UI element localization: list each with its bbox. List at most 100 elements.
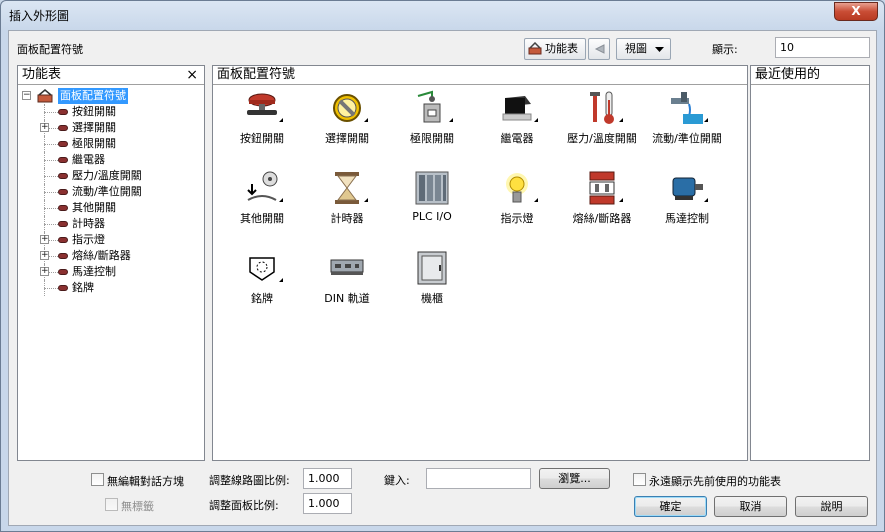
tree-item[interactable]: 其他開關 bbox=[20, 200, 200, 216]
symbol-item[interactable]: 繼電器 bbox=[472, 90, 562, 160]
symbol-item-label: DIN 軌道 bbox=[324, 292, 370, 305]
menu-panel-title: 功能表 bbox=[22, 67, 62, 82]
tree-item[interactable]: 銘牌 bbox=[20, 280, 200, 296]
symbol-item[interactable]: 熔絲/斷路器 bbox=[557, 170, 647, 240]
symbol-item[interactable]: 指示燈 bbox=[472, 170, 562, 240]
tree-root[interactable]: − 面板配置符號 bbox=[20, 88, 200, 104]
tree-item[interactable]: + 指示燈 bbox=[20, 232, 200, 248]
submenu-indicator-icon bbox=[364, 198, 368, 202]
tree-item[interactable]: + 馬達控制 bbox=[20, 264, 200, 280]
recent-panel-header: 最近使用的 bbox=[751, 66, 869, 85]
expand-toggle-icon[interactable]: + bbox=[40, 123, 49, 132]
symbol-item[interactable]: 銘牌 bbox=[217, 250, 307, 320]
symbols-panel-header: 面板配置符號 bbox=[213, 66, 747, 85]
tree-item[interactable]: 流動/準位開關 bbox=[20, 184, 200, 200]
tree-item-label: 馬達控制 bbox=[72, 265, 116, 278]
tree-item[interactable]: + 選擇開關 bbox=[20, 120, 200, 136]
submenu-indicator-icon bbox=[534, 118, 538, 122]
symbol-item[interactable]: 機櫃 bbox=[387, 250, 477, 320]
dialog-client-area: 面板配置符號 功能表 視圖 顯示: 10 功能表 × − 面板配置符號 按鈕開關… bbox=[8, 30, 877, 526]
type-input[interactable] bbox=[426, 468, 531, 489]
recent-panel-title: 最近使用的 bbox=[755, 67, 821, 82]
pressure-temperature-icon bbox=[584, 90, 620, 126]
no-edit-dialog-checkbox[interactable] bbox=[91, 473, 104, 486]
panel-scale-input[interactable]: 1.000 bbox=[303, 493, 352, 514]
view-dropdown[interactable]: 視圖 bbox=[616, 38, 671, 60]
insert-footprint-dialog: 插入外形圖 X 面板配置符號 功能表 視圖 顯示: 10 功能表 × − 面板配… bbox=[0, 0, 885, 532]
always-show-recent-checkbox[interactable] bbox=[633, 473, 646, 486]
back-button[interactable] bbox=[588, 38, 610, 60]
tree-root-label: 面板配置符號 bbox=[58, 88, 128, 104]
no-tag-checkbox[interactable] bbox=[105, 498, 118, 511]
symbol-item-label: 極限開關 bbox=[410, 132, 454, 145]
always-show-recent-label: 永遠顯示先前使用的功能表 bbox=[649, 475, 781, 488]
tree-item[interactable]: 極限開關 bbox=[20, 136, 200, 152]
cancel-button[interactable]: 取消 bbox=[714, 496, 787, 517]
expand-toggle-icon[interactable]: + bbox=[40, 251, 49, 260]
symbol-item-label: PLC I/O bbox=[412, 210, 452, 223]
symbol-item-label: 熔絲/斷路器 bbox=[572, 212, 632, 225]
window-close-button[interactable]: X bbox=[834, 2, 878, 21]
node-icon bbox=[58, 237, 68, 243]
pushbutton-icon bbox=[244, 90, 280, 126]
submenu-indicator-icon bbox=[279, 118, 283, 122]
wire-scale-input[interactable]: 1.000 bbox=[303, 468, 352, 489]
tree-item-label: 選擇開關 bbox=[72, 121, 116, 134]
symbol-item-label: 選擇開關 bbox=[325, 132, 369, 145]
node-icon bbox=[58, 221, 68, 227]
symbol-item[interactable]: 計時器 bbox=[302, 170, 392, 240]
tree-item-label: 指示燈 bbox=[72, 233, 105, 246]
submenu-indicator-icon bbox=[704, 118, 708, 122]
tree-item-label: 計時器 bbox=[72, 217, 105, 230]
symbol-item-label: 計時器 bbox=[330, 212, 364, 225]
expand-toggle-icon[interactable]: + bbox=[40, 267, 49, 276]
tree-item[interactable]: 壓力/溫度開關 bbox=[20, 168, 200, 184]
node-icon bbox=[58, 269, 68, 275]
tree-item-label: 銘牌 bbox=[72, 281, 94, 294]
symbol-item-label: 馬達控制 bbox=[665, 212, 709, 225]
symbol-item-label: 流動/準位開關 bbox=[652, 132, 722, 145]
section-label: 面板配置符號 bbox=[17, 43, 83, 56]
ok-button[interactable]: 確定 bbox=[634, 496, 707, 517]
symbol-item[interactable]: 選擇開關 bbox=[302, 90, 392, 160]
help-button[interactable]: 說明 bbox=[795, 496, 868, 517]
collapse-toggle-icon[interactable]: − bbox=[22, 91, 31, 100]
symbol-item-label: 指示燈 bbox=[500, 212, 534, 225]
type-label: 鍵入: bbox=[384, 474, 410, 487]
menu-toggle-label: 功能表 bbox=[545, 42, 578, 55]
tree-item[interactable]: 計時器 bbox=[20, 216, 200, 232]
tree-item-label: 其他開關 bbox=[72, 201, 116, 214]
flow-level-icon bbox=[669, 90, 705, 126]
symbol-item[interactable]: 其他開關 bbox=[217, 170, 307, 240]
node-icon bbox=[58, 125, 68, 131]
title-bar[interactable]: 插入外形圖 X bbox=[1, 1, 884, 29]
submenu-indicator-icon bbox=[619, 118, 623, 122]
timer-icon bbox=[329, 170, 365, 206]
tree-item[interactable]: 繼電器 bbox=[20, 152, 200, 168]
motor-control-icon bbox=[669, 170, 705, 206]
symbols-panel-title: 面板配置符號 bbox=[217, 67, 296, 82]
display-count-input[interactable]: 10 bbox=[775, 37, 870, 58]
symbol-item[interactable]: 極限開關 bbox=[387, 90, 477, 160]
symbol-item[interactable]: PLC I/O bbox=[387, 170, 477, 240]
expand-toggle-icon[interactable]: + bbox=[40, 235, 49, 244]
browse-button[interactable]: 瀏覽... bbox=[539, 468, 610, 489]
recent-panel: 最近使用的 bbox=[750, 65, 870, 461]
node-icon bbox=[58, 253, 68, 259]
symbol-item[interactable]: 馬達控制 bbox=[642, 170, 732, 240]
submenu-indicator-icon bbox=[534, 198, 538, 202]
symbol-item-label: 壓力/溫度開關 bbox=[567, 132, 637, 145]
tree-item[interactable]: + 熔絲/斷路器 bbox=[20, 248, 200, 264]
back-arrow-icon bbox=[594, 44, 605, 54]
symbol-item[interactable]: 按鈕開關 bbox=[217, 90, 307, 160]
symbol-item[interactable]: 壓力/溫度開關 bbox=[557, 90, 647, 160]
relay-icon bbox=[499, 90, 535, 126]
symbol-item[interactable]: DIN 軌道 bbox=[302, 250, 392, 320]
menu-panel-close-icon[interactable]: × bbox=[186, 66, 198, 84]
tree-item[interactable]: 按鈕開關 bbox=[20, 104, 200, 120]
symbol-item[interactable]: 流動/準位開關 bbox=[642, 90, 732, 160]
din-rail-icon bbox=[329, 250, 365, 286]
chevron-down-icon bbox=[655, 47, 664, 52]
menu-toggle-button[interactable]: 功能表 bbox=[524, 38, 586, 60]
plc-io-icon bbox=[414, 170, 450, 206]
